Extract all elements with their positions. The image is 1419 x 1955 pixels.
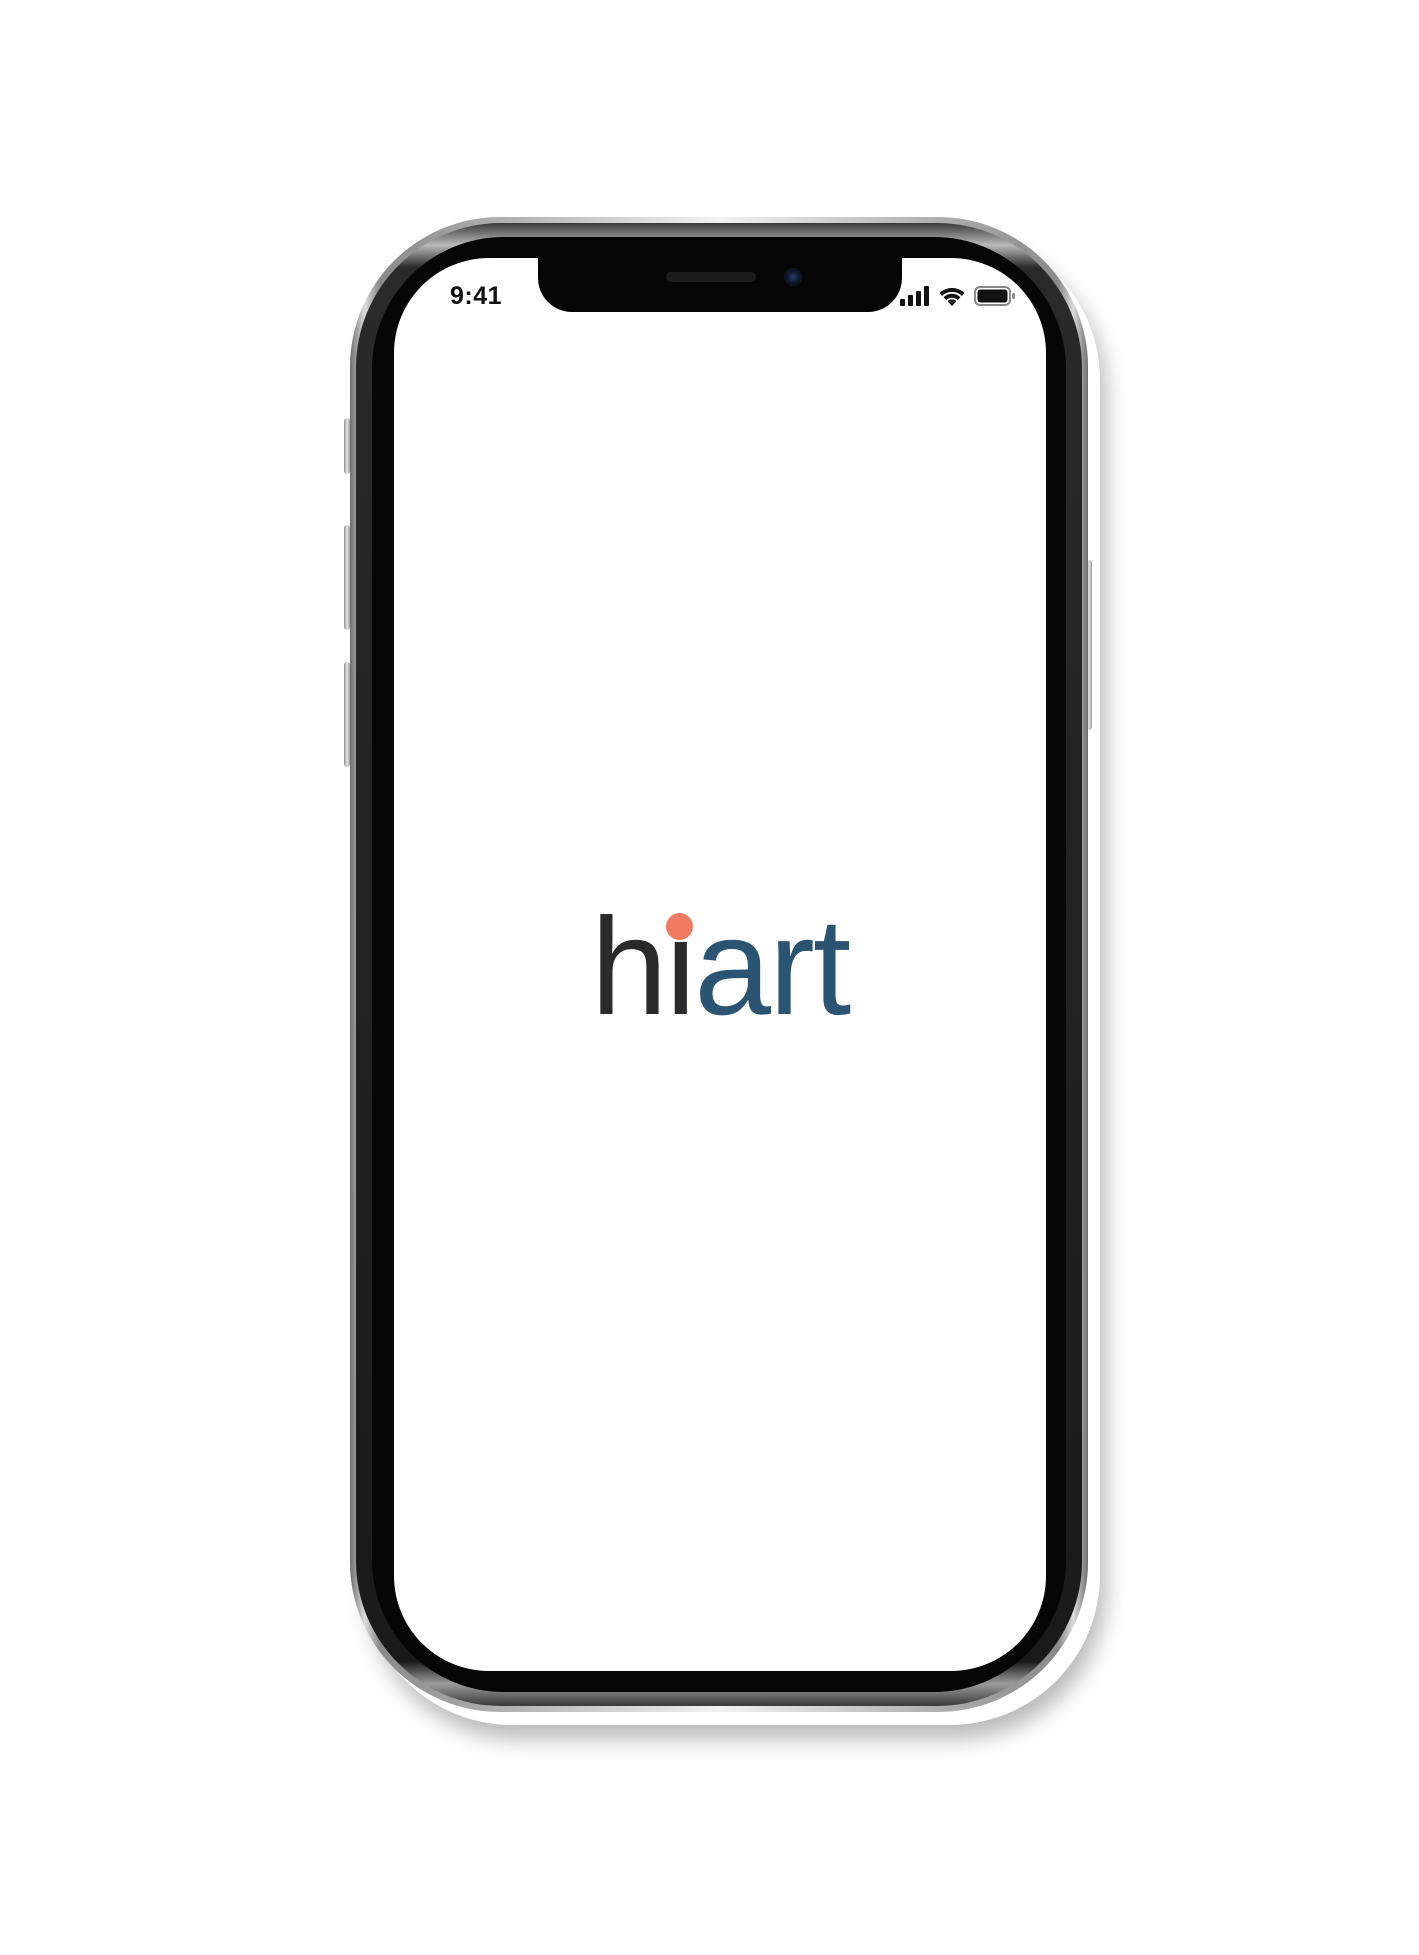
- battery-icon: [974, 286, 1015, 306]
- status-time: 9:41: [450, 282, 503, 310]
- cellular-signal-icon: [900, 286, 929, 306]
- app-screen: 9:41 hiart: [394, 258, 1046, 1671]
- notch: [538, 258, 902, 312]
- speaker-grille: [666, 272, 756, 282]
- logo-text-art: art: [694, 890, 851, 1044]
- front-camera-icon: [784, 268, 802, 286]
- status-icons: [900, 284, 1016, 308]
- hiart-logo: hiart: [394, 898, 1046, 1036]
- logo-dot: [666, 913, 693, 940]
- wifi-icon: [939, 287, 965, 306]
